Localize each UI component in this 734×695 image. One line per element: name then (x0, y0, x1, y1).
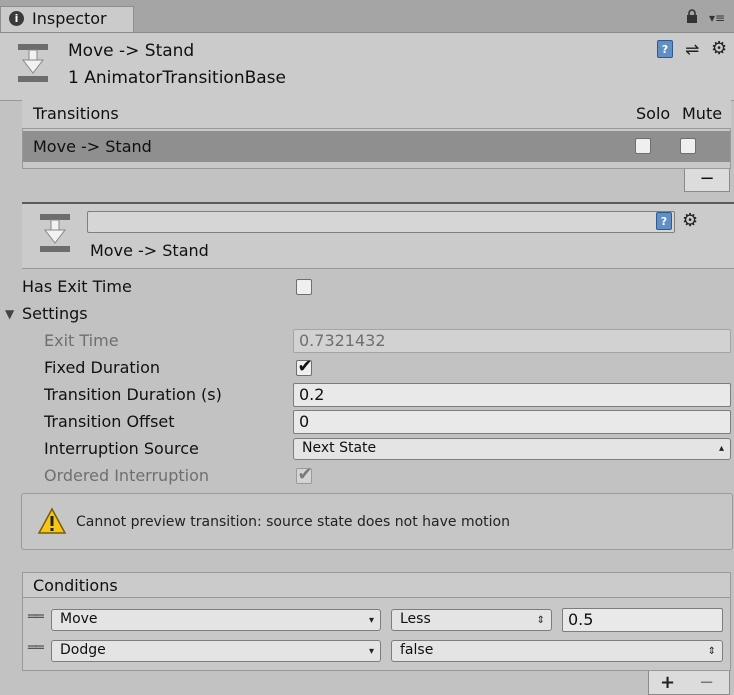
context-menu-icon[interactable]: ▾≡ (709, 11, 725, 25)
mute-column-label: Mute (682, 104, 723, 123)
transition-icon (18, 44, 48, 82)
tab-label: Inspector (32, 9, 107, 28)
transition-duration-field[interactable]: 0.2 (293, 383, 731, 407)
remove-condition-button[interactable]: − (699, 672, 714, 693)
solo-checkbox[interactable] (635, 138, 651, 154)
condition-mode-dropdown[interactable]: Less ⇕ (391, 609, 552, 631)
transitions-list-header (22, 100, 731, 129)
transition-offset-field[interactable]: 0 (293, 410, 731, 434)
foldout-arrow-icon[interactable]: ▼ (5, 307, 14, 321)
settings-foldout-label[interactable]: Settings (22, 304, 88, 323)
transitions-header-label: Transitions (33, 104, 119, 123)
has-exit-time-checkbox[interactable] (296, 279, 312, 295)
interruption-source-label: Interruption Source (44, 439, 199, 458)
info-icon: i (9, 11, 24, 26)
exit-time-field: 0.7321432 (293, 329, 731, 353)
header-subtitle: 1 AnimatorTransitionBase (68, 68, 286, 88)
help-icon[interactable]: ? (657, 40, 673, 58)
has-exit-time-label: Has Exit Time (22, 277, 132, 296)
condition-mode-value: Less (400, 611, 431, 627)
checkmark-icon: ✔ (297, 464, 313, 485)
header-title: Move -> Stand (68, 41, 195, 61)
updown-arrow-icon: ⇕ (536, 615, 545, 626)
condition-parameter-value: Dodge (60, 642, 106, 658)
lock-icon[interactable] (686, 9, 698, 23)
conditions-header-label: Conditions (33, 576, 118, 595)
remove-transition-button[interactable]: − (684, 169, 730, 192)
transition-duration-label: Transition Duration (s) (44, 385, 222, 404)
settings-gear-icon[interactable]: ⚙ (682, 210, 698, 231)
condition-value-field[interactable]: 0.5 (562, 608, 723, 632)
warning-message: Cannot preview transition: source state … (76, 514, 510, 530)
transition-offset-label: Transition Offset (44, 412, 175, 431)
interruption-source-value: Next State (302, 440, 377, 456)
conditions-header (22, 572, 731, 598)
updown-arrow-icon: ⇕ (707, 646, 716, 657)
condition-parameter-value: Move (60, 611, 98, 627)
dropdown-arrow-icon: ▾ (368, 646, 374, 657)
settings-gear-icon[interactable]: ⚙ (711, 38, 727, 59)
ordered-interruption-label: Ordered Interruption (44, 466, 209, 485)
solo-column-label: Solo (636, 104, 671, 123)
mute-checkbox[interactable] (680, 138, 696, 154)
help-icon[interactable]: ? (656, 212, 672, 230)
condition-bool-value: false (400, 642, 434, 658)
fixed-duration-label: Fixed Duration (44, 358, 161, 377)
condition-parameter-dropdown[interactable]: Move ▾ (51, 609, 381, 631)
interruption-source-dropdown[interactable]: Next State ▴ (293, 438, 731, 460)
transition-display-name: Move -> Stand (90, 241, 209, 260)
updown-arrow-icon: ▴ (718, 443, 724, 454)
transition-icon (40, 214, 70, 252)
presets-icon[interactable]: ⇌ (685, 40, 699, 60)
transition-row-name: Move -> Stand (33, 137, 152, 156)
transition-name-input[interactable] (87, 211, 675, 233)
checkmark-icon: ✔ (297, 356, 313, 377)
condition-bool-dropdown[interactable]: false ⇕ (391, 640, 723, 662)
dropdown-arrow-icon: ▾ (368, 615, 374, 626)
add-condition-button[interactable]: + (660, 672, 675, 693)
drag-handle-icon[interactable]: ══ (28, 640, 44, 656)
condition-parameter-dropdown[interactable]: Dodge ▾ (51, 640, 381, 662)
exit-time-label: Exit Time (44, 331, 119, 350)
drag-handle-icon[interactable]: ══ (28, 609, 44, 625)
warning-icon (37, 507, 67, 534)
